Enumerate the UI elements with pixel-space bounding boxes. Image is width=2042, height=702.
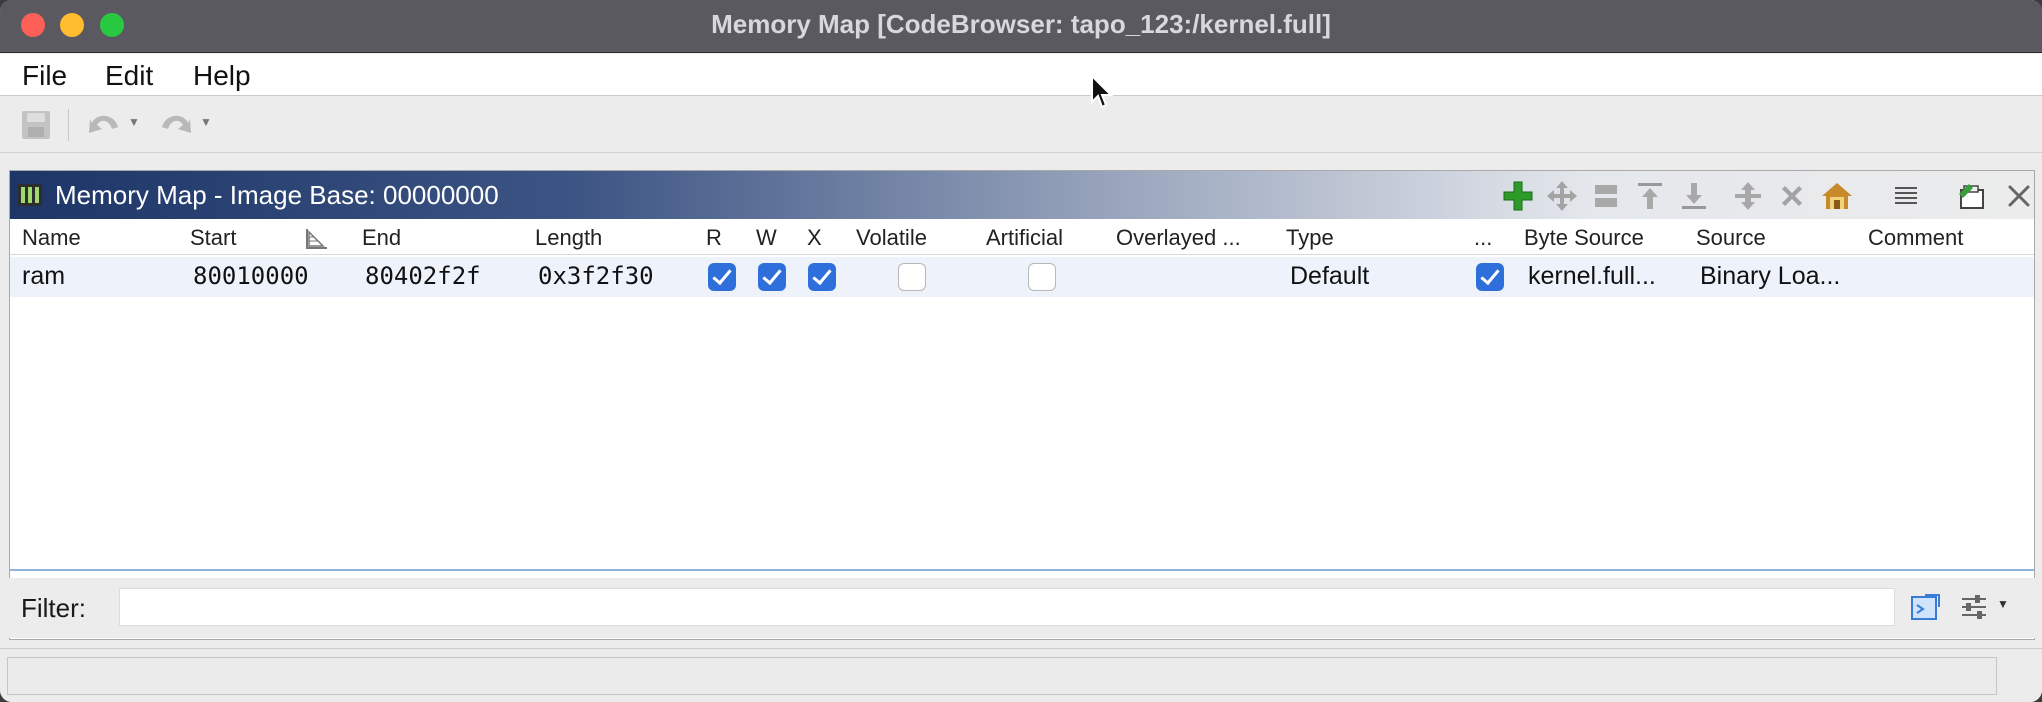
column-comment[interactable]: Comment [1868, 225, 1963, 251]
close-panel-button[interactable] [2002, 179, 2036, 213]
expand-down-icon [1682, 183, 1706, 209]
menu-edit[interactable]: Edit [105, 60, 153, 92]
split-block-icon [1595, 185, 1617, 207]
snapshot-icon [1959, 184, 1984, 209]
table-header: Name Start End Length R W X Volatile Art… [10, 221, 2034, 255]
column-length[interactable]: Length [535, 225, 602, 251]
checkbox-read[interactable] [708, 263, 736, 291]
checkbox-volatile[interactable] [898, 263, 926, 291]
menu-file[interactable]: File [22, 60, 67, 92]
set-image-base-icon [1822, 183, 1852, 209]
column-byte-source[interactable]: Byte Source [1524, 225, 1644, 251]
cell-name[interactable]: ram [22, 262, 65, 291]
cell-length[interactable]: 0x3f2f30 [538, 262, 654, 290]
column-chooser-icon [1895, 187, 1917, 204]
table-bottom-border [10, 569, 2034, 571]
column-execute[interactable]: X [807, 225, 822, 251]
status-message-field [7, 657, 1997, 695]
filter-bar: Filter: ▼ [9, 578, 2035, 638]
panel-title: Memory Map - Image Base: 00000000 [55, 180, 499, 210]
undo-dropdown-icon[interactable]: ▼ [128, 115, 140, 129]
cell-source[interactable]: Binary Loa... [1700, 262, 1840, 291]
table-row[interactable]: ram 80010000 80402f2f 0x3f2f30 Default k… [10, 257, 2034, 297]
checkbox-artificial[interactable] [1028, 263, 1056, 291]
filter-label: Filter: [21, 593, 86, 623]
move-block-icon [1547, 181, 1577, 211]
split-block-button[interactable] [1589, 179, 1623, 213]
add-block-button[interactable] [1501, 179, 1535, 213]
column-artificial[interactable]: Artificial [986, 225, 1063, 251]
chevron-down-icon[interactable]: ▼ [1997, 597, 2009, 611]
column-name[interactable]: Name [22, 225, 81, 251]
column-write[interactable]: W [756, 225, 777, 251]
filter-options-icon [1911, 594, 1940, 620]
save-icon [22, 111, 50, 139]
add-block-icon [1503, 181, 1533, 211]
column-overlayed[interactable]: Overlayed ... [1116, 225, 1241, 251]
menu-bar: File Edit Help [0, 54, 2042, 96]
move-block-button[interactable] [1545, 179, 1579, 213]
merge-blocks-button[interactable] [1731, 179, 1765, 213]
toolbar: ▼ ▼ [0, 97, 2042, 153]
sliders-icon [1962, 595, 1986, 619]
undo-button[interactable]: ▼ [86, 107, 140, 143]
checkbox-execute[interactable] [808, 263, 836, 291]
menu-help[interactable]: Help [193, 60, 251, 92]
save-button[interactable] [20, 107, 52, 143]
undo-icon [89, 115, 118, 133]
expand-up-icon [1638, 183, 1662, 209]
redo-icon [162, 115, 191, 133]
memory-map-panel: Memory Map - Image Base: 00000000 Name S… [9, 170, 2035, 640]
column-end[interactable]: End [362, 225, 401, 251]
redo-button[interactable]: ▼ [158, 107, 212, 143]
mouse-cursor-icon [1091, 74, 1114, 109]
expand-down-button[interactable] [1677, 179, 1711, 213]
column-chooser-button[interactable] [1889, 179, 1923, 213]
column-initialized[interactable]: ... [1474, 225, 1492, 251]
app-window: Memory Map [CodeBrowser: tapo_123:/kerne… [0, 0, 2042, 702]
filter-regex-button[interactable] [1909, 591, 1943, 628]
cell-end[interactable]: 80402f2f [365, 262, 481, 290]
checkbox-initialized[interactable] [1476, 263, 1504, 291]
merge-blocks-icon [1735, 182, 1761, 210]
title-bar: Memory Map [CodeBrowser: tapo_123:/kerne… [0, 0, 2042, 53]
close-icon [2008, 185, 2030, 207]
set-image-base-button[interactable] [1820, 179, 1854, 213]
cell-type[interactable]: Default [1290, 262, 1369, 291]
toolbar-separator [68, 109, 69, 141]
column-start[interactable]: Start [190, 225, 236, 251]
filter-settings-button[interactable]: ▼ [1959, 591, 2009, 623]
sort-ascending-icon[interactable] [303, 227, 331, 251]
cell-byte-source[interactable]: kernel.full... [1528, 262, 1656, 291]
window-title: Memory Map [CodeBrowser: tapo_123:/kerne… [711, 9, 1331, 39]
delete-block-button[interactable] [1775, 179, 1809, 213]
delete-block-icon [1782, 186, 1802, 206]
panel-header: Memory Map - Image Base: 00000000 [10, 171, 2034, 219]
column-read[interactable]: R [706, 225, 722, 251]
column-type[interactable]: Type [1286, 225, 1334, 251]
cell-start[interactable]: 80010000 [193, 262, 309, 290]
expand-up-button[interactable] [1633, 179, 1667, 213]
redo-dropdown-icon[interactable]: ▼ [200, 115, 212, 129]
status-bar [0, 648, 2042, 702]
memory-chip-icon [18, 184, 42, 206]
column-volatile[interactable]: Volatile [856, 225, 927, 251]
snapshot-button[interactable] [1954, 179, 1988, 213]
filter-input[interactable] [119, 588, 1895, 626]
checkbox-write[interactable] [758, 263, 786, 291]
column-source[interactable]: Source [1696, 225, 1766, 251]
